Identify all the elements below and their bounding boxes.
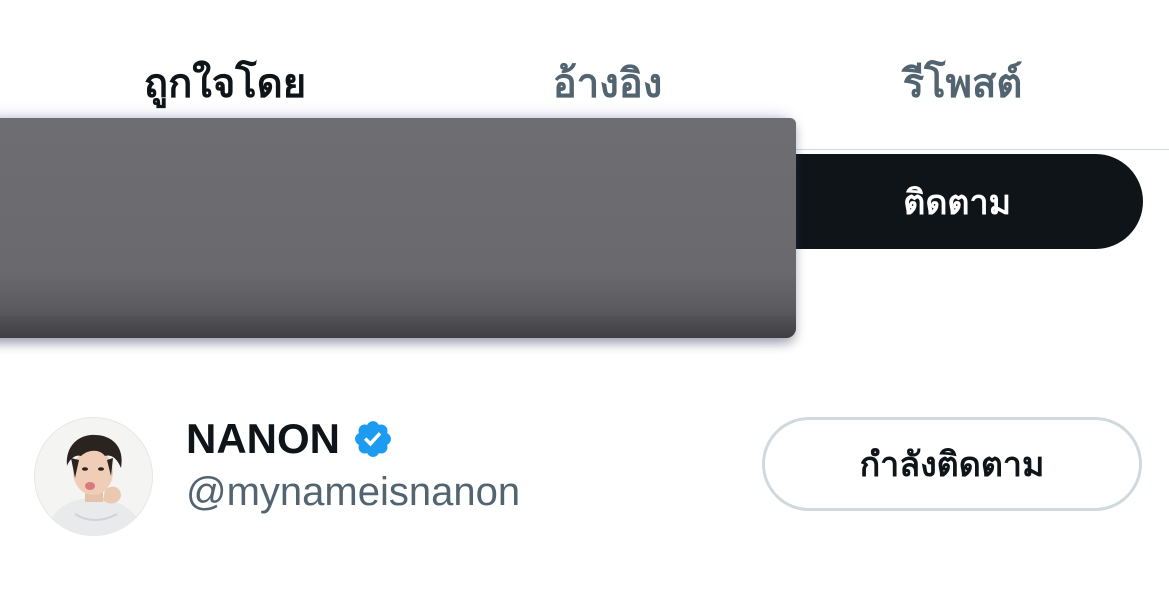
verified-badge-icon [355, 421, 391, 457]
following-button-label: กำลังติดตาม [859, 445, 1045, 485]
avatar-image [35, 418, 152, 535]
tab-liked-by[interactable]: ถูกใจโดย [60, 52, 390, 116]
tab-reposts[interactable]: รีโพสต์ [820, 52, 1105, 116]
display-name-row: NANON [186, 414, 394, 464]
follow-button-label: ติดตาม [903, 182, 1011, 223]
user-handle[interactable]: @mynameisnanon [186, 470, 520, 515]
user-list-item[interactable]: NANON @mynameisnanon กำลังติดตาม [0, 400, 1169, 550]
display-name[interactable]: NANON [186, 415, 340, 463]
avatar[interactable] [34, 417, 153, 536]
liked-by-page: ถูกใจโดย อ้างอิง รีโพสต์ ติดตาม NANON @m… [0, 0, 1169, 607]
redaction-block [0, 118, 796, 338]
following-button[interactable]: กำลังติดตาม [762, 417, 1142, 511]
follow-button[interactable]: ติดตาม [740, 154, 1143, 249]
tab-quotes[interactable]: อ้างอิง [450, 52, 765, 116]
